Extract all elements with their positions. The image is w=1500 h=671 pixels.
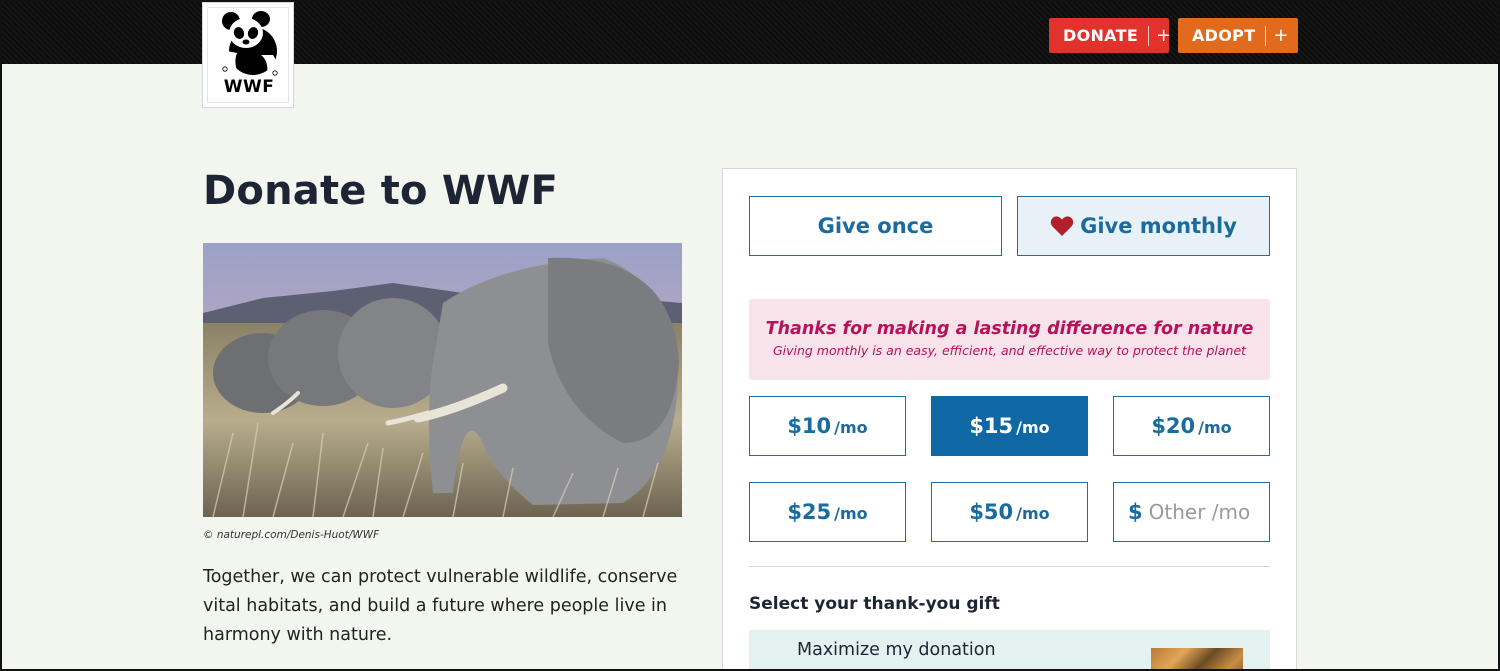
gift-heading: Select your thank-you gift (749, 594, 1000, 614)
amount-value: $10 (787, 414, 832, 438)
message-title: Thanks for making a lasting difference f… (765, 319, 1254, 339)
amount-20-button[interactable]: $20 /mo (1113, 396, 1270, 456)
logo-wordmark: WWF (223, 77, 275, 97)
currency-symbol: $ (1128, 500, 1143, 524)
amount-value: $15 (969, 414, 1014, 438)
amount-value: $50 (969, 500, 1014, 524)
amount-value: $25 (787, 500, 832, 524)
divider (749, 566, 1270, 567)
panda-icon (222, 11, 278, 76)
header-adopt-button[interactable]: ADOPT + (1178, 18, 1298, 53)
donate-label: DONATE (1063, 26, 1139, 45)
amount-50-button[interactable]: $50 /mo (931, 482, 1088, 542)
intro-text: Together, we can protect vulnerable wild… (203, 567, 678, 645)
elephants-photo (203, 243, 682, 517)
plus-icon: + (1265, 25, 1296, 46)
amount-period: /mo (1016, 418, 1050, 437)
amount-value: $20 (1151, 414, 1196, 438)
header-donate-button[interactable]: DONATE + (1049, 18, 1171, 53)
amount-period: /mo (834, 504, 868, 523)
gift-option-label: Maximize my donation (797, 640, 996, 660)
give-once-button[interactable]: Give once (749, 196, 1002, 256)
other-amount-field[interactable]: $ (1113, 482, 1270, 542)
monthly-message: Thanks for making a lasting difference f… (749, 299, 1270, 380)
give-monthly-label: Give monthly (1080, 214, 1237, 238)
give-monthly-button[interactable]: Give monthly (1017, 196, 1270, 256)
gift-option-maximize[interactable]: Maximize my donation (749, 630, 1270, 671)
amount-period: /mo (834, 418, 868, 437)
other-amount-input[interactable] (1148, 500, 1259, 524)
amount-25-button[interactable]: $25 /mo (749, 482, 906, 542)
photo-credit: © naturepl.com/Denis-Huot/WWF (203, 529, 380, 541)
gift-thumbnail (1151, 648, 1243, 671)
amount-period: /mo (1198, 418, 1232, 437)
amount-15-button[interactable]: $15 /mo (931, 396, 1088, 456)
plus-icon: + (1148, 25, 1179, 46)
message-subtitle: Giving monthly is an easy, efficient, an… (772, 343, 1247, 358)
amount-10-button[interactable]: $10 /mo (749, 396, 906, 456)
page-title: Donate to WWF (203, 168, 559, 214)
amount-period: /mo (1016, 504, 1050, 523)
adopt-label: ADOPT (1192, 26, 1256, 45)
wwf-logo[interactable]: WWF (202, 2, 294, 108)
heart-icon (1050, 216, 1074, 236)
